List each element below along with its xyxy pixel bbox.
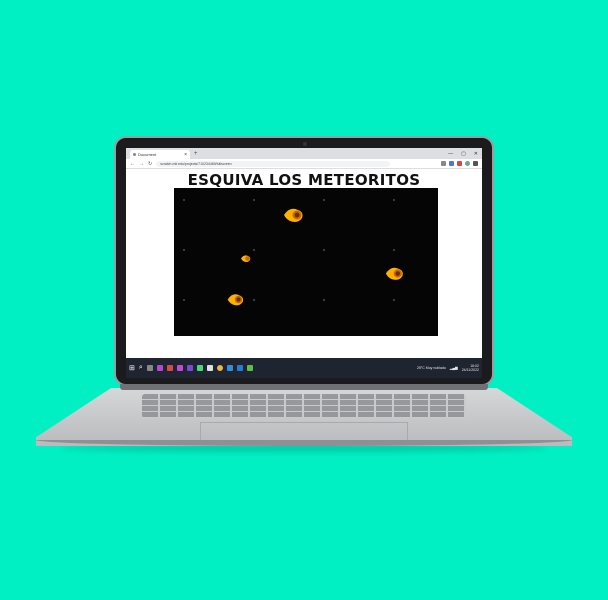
app-icon[interactable] xyxy=(246,365,253,371)
web-page: ESQUIVA LOS METEORITOS xyxy=(126,169,482,349)
clock-date: 24/11/2022 xyxy=(461,368,479,372)
tab-close-icon[interactable]: × xyxy=(184,152,187,158)
browser-tab[interactable]: Document × xyxy=(130,150,190,159)
game-canvas[interactable] xyxy=(174,188,438,336)
app-icon[interactable] xyxy=(206,365,213,371)
search-icon[interactable]: ⌕ xyxy=(139,364,143,372)
weather-status[interactable]: 25°C Muy nublado xyxy=(417,366,446,370)
profile-icon[interactable] xyxy=(465,161,470,166)
reload-icon[interactable]: ↻ xyxy=(148,161,152,167)
app-icon[interactable] xyxy=(196,365,203,371)
webcam xyxy=(303,142,307,146)
extensions xyxy=(441,161,478,166)
app-icon[interactable] xyxy=(226,365,233,371)
system-tray: 25°C Muy nublado ▂▄▆ 16:02 24/11/2022 xyxy=(417,364,479,372)
app-icon[interactable] xyxy=(176,365,183,371)
window-controls: — ▢ ✕ xyxy=(448,149,482,159)
windows-taskbar: ⊞ ⌕ 25°C Muy nublado ▂▄▆ 16:02 24/11/202… xyxy=(126,358,482,378)
laptop-base xyxy=(36,384,572,446)
favicon-icon xyxy=(133,153,136,156)
extension-icon[interactable] xyxy=(441,161,446,166)
vscode-icon[interactable] xyxy=(236,365,243,371)
back-icon[interactable]: ← xyxy=(130,161,135,167)
laptop-lid: Document × + — ▢ ✕ ← → ↻ scratch.mit.edu… xyxy=(114,136,494,386)
menu-icon[interactable] xyxy=(473,161,478,166)
page-title: ESQUIVA LOS METEORITOS xyxy=(187,171,421,189)
extension-icon[interactable] xyxy=(449,161,454,166)
forward-icon[interactable]: → xyxy=(139,161,144,167)
app-icon[interactable] xyxy=(186,365,193,371)
starfield xyxy=(174,188,438,336)
start-icon[interactable]: ⊞ xyxy=(129,364,135,372)
browser-tabbar: Document × + — ▢ ✕ xyxy=(126,148,482,159)
close-button[interactable]: ✕ xyxy=(474,149,478,159)
app-icon[interactable] xyxy=(156,365,163,371)
meteor-2 xyxy=(241,255,251,262)
chrome-icon[interactable] xyxy=(216,365,223,371)
new-tab-button[interactable]: + xyxy=(194,150,198,159)
url-field[interactable]: scratch.mit.edu/projects/710234469/fulls… xyxy=(156,160,391,167)
meteor-3 xyxy=(385,267,403,280)
laptop-screen: Document × + — ▢ ✕ ← → ↻ scratch.mit.edu… xyxy=(126,148,482,378)
extension-icon[interactable] xyxy=(457,161,462,166)
clock[interactable]: 16:02 24/11/2022 xyxy=(462,364,479,372)
maximize-button[interactable]: ▢ xyxy=(461,149,466,159)
laptop-hinge xyxy=(120,384,488,390)
meteor-4 xyxy=(227,294,244,306)
task-view-icon[interactable] xyxy=(146,365,153,371)
minimize-button[interactable]: — xyxy=(448,149,453,159)
network-icon[interactable]: ▂▄▆ xyxy=(450,366,458,370)
tab-title: Document xyxy=(138,152,157,157)
app-icon[interactable] xyxy=(166,365,173,371)
touchpad xyxy=(200,422,408,442)
meteor-1 xyxy=(284,208,303,222)
address-bar: ← → ↻ scratch.mit.edu/projects/710234469… xyxy=(126,159,482,169)
keyboard-rows xyxy=(142,394,466,418)
scene: { "browser": { "tab_title": "Document", … xyxy=(0,0,608,600)
